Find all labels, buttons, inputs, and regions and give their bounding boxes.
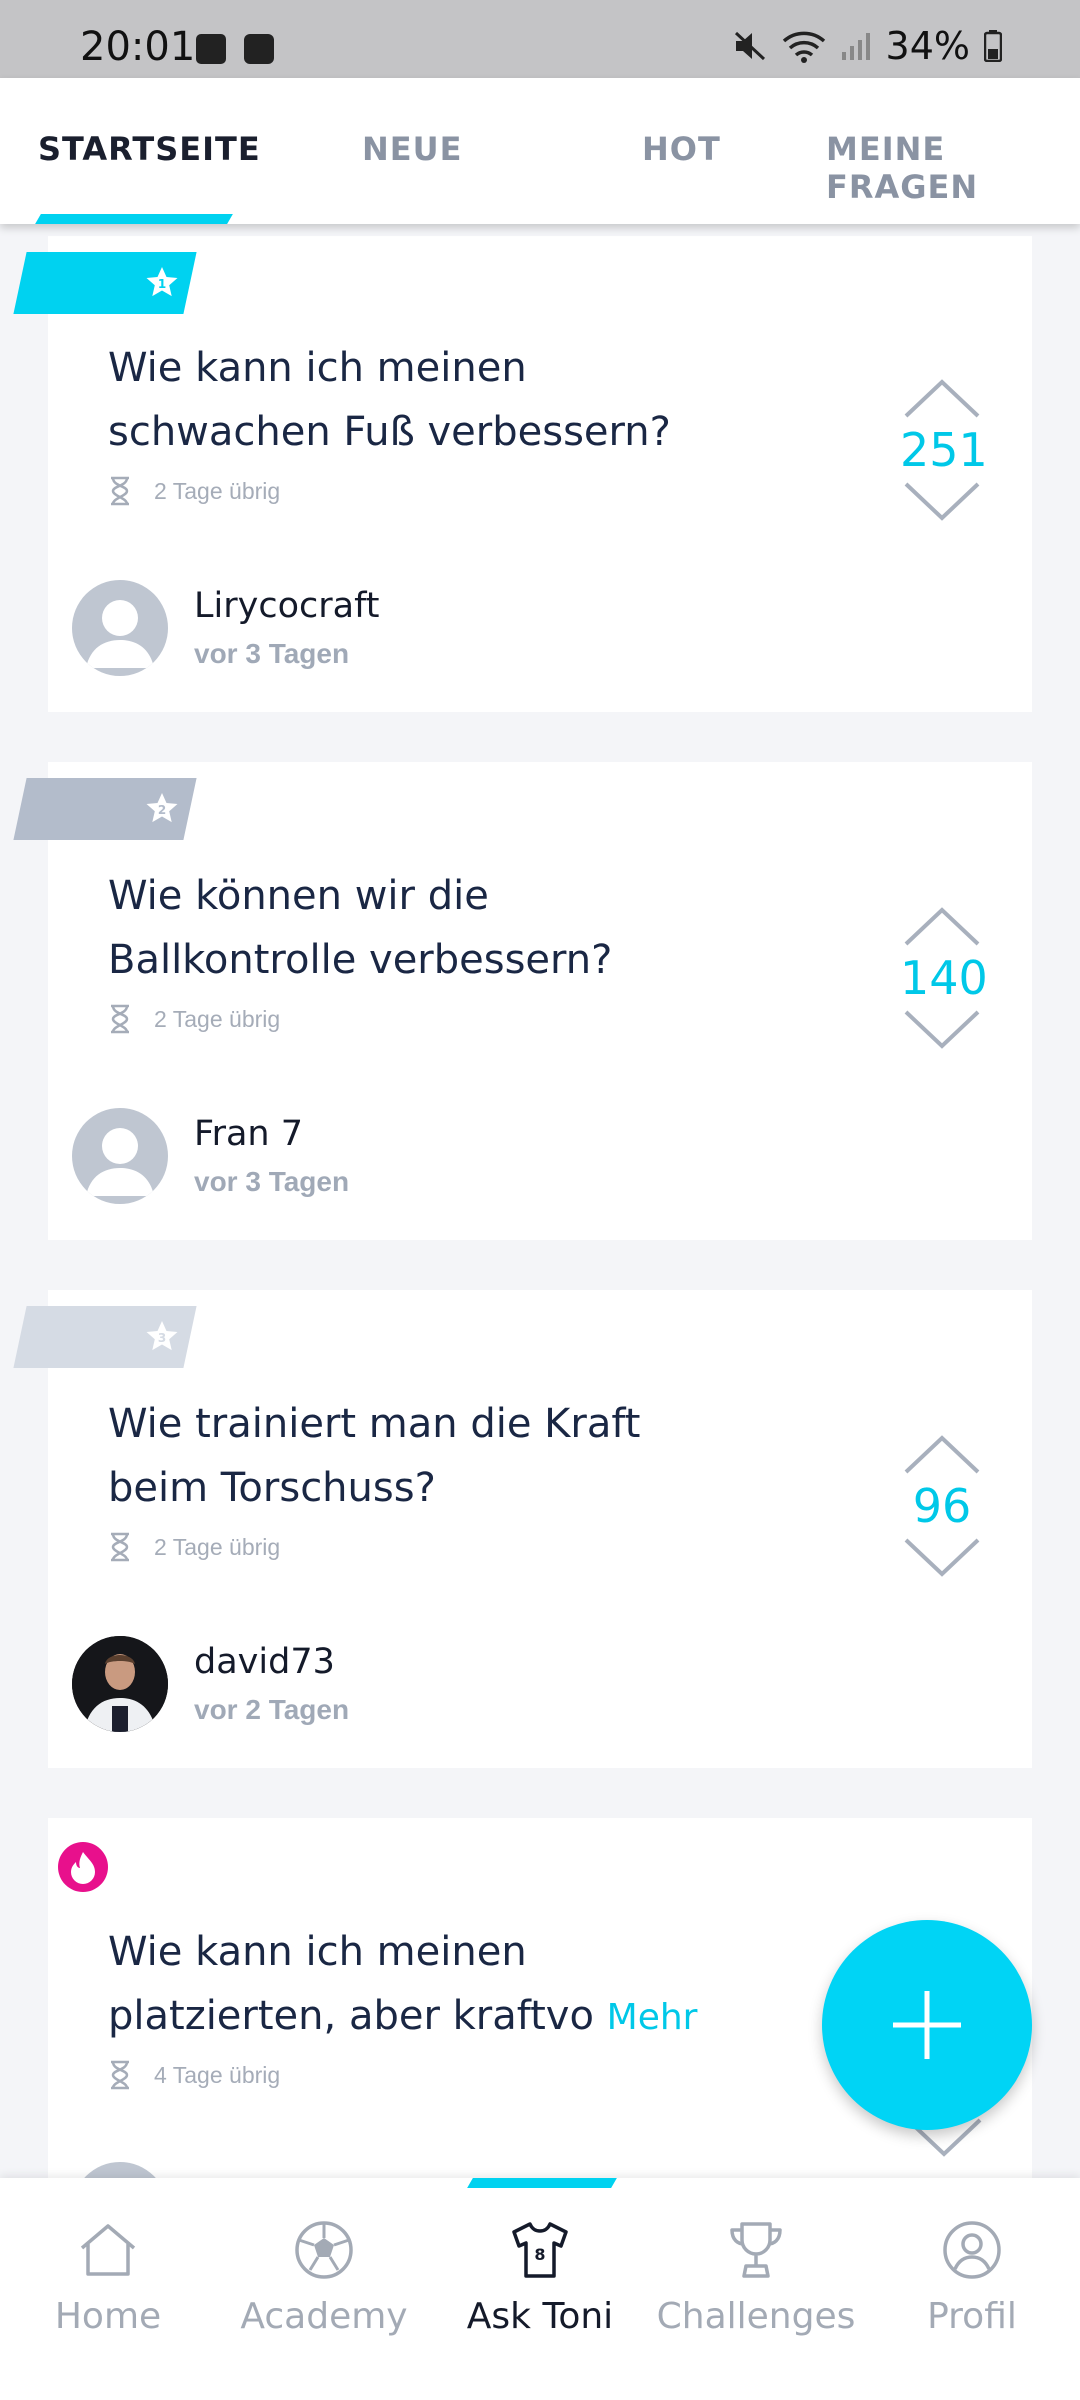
more-link[interactable]: Mehr [607,1997,698,2038]
nav-academy[interactable]: Academy [216,2218,432,2337]
jersey-icon: 8 [512,2222,568,2278]
avatar [72,580,168,676]
question-title-line: Wie kann ich meinen [108,345,527,391]
nav-label: Home [54,2296,162,2337]
question-title-line: platzierten, aber kraftvo [108,1993,594,2039]
vote-count: 140 [900,951,988,1005]
hourglass-icon [111,476,129,506]
status-time: 20:01 [80,24,196,70]
wifi-icon [782,31,825,63]
bottom-nav: Home Academy 8 Ask Toni Challenges Profi… [0,2178,1080,2400]
nav-label: Challenges [656,2296,856,2337]
rank-number: 3 [158,1331,166,1345]
nav-ask-toni[interactable]: 8 Ask Toni [432,2218,648,2337]
time-remaining: 4 Tage übrig [108,2060,280,2090]
nav-label: Ask Toni [466,2296,614,2337]
question-card[interactable]: 3 Wie trainiert man die Kraft beim Torsc… [13,1290,1032,1768]
nav-profil[interactable]: Profil [864,2218,1080,2337]
time-remaining-label: 4 Tage übrig [154,2061,281,2088]
svg-text:8: 8 [534,2245,545,2264]
question-title-line: Wie kann ich meinen [108,1929,527,1975]
question-title-line: Wie trainiert man die Kraft [108,1401,641,1447]
profile-icon [943,2221,1001,2279]
tab-hot[interactable]: HOT [642,130,721,168]
mute-icon [734,31,765,61]
active-nav-indicator [467,2178,617,2188]
vote-widget: 96 [900,1432,984,1580]
hourglass-icon [111,1532,129,1562]
status-bar: 20:01 34% [0,0,1080,78]
upvote-icon[interactable] [902,376,982,420]
question-title-line: beim Torschuss? [108,1465,436,1511]
question-title-line: Wie können wir die [108,873,489,919]
nav-challenges[interactable]: Challenges [648,2218,864,2337]
vote-widget: 140 [900,904,988,1052]
rank-star-icon: 1 [146,267,178,297]
author-row[interactable]: Fran 7 vor 3 Tagen [72,1108,349,1204]
rank-number: 1 [158,277,166,291]
hourglass-icon [111,2060,129,2090]
upvote-icon[interactable] [902,1432,982,1476]
author-name: Fran 7 [194,1114,303,1154]
post-time: vor 3 Tagen [194,638,350,669]
question-title[interactable]: Wie kann ich meinen schwachen Fuß verbes… [108,336,671,464]
trophy-icon [730,2222,782,2278]
signal-icon [841,33,870,60]
tab-meine-fragen[interactable]: MEINE FRAGEN [826,130,1080,206]
tab-neue[interactable]: NEUE [362,130,462,168]
author-row[interactable]: david73 vor 2 Tagen [72,1636,349,1732]
top-tab-bar: STARTSEITE NEUE HOT MEINE FRAGEN [0,78,1080,224]
hot-fire-icon [58,1842,108,1892]
post-time: vor 3 Tagen [194,1166,350,1197]
question-card[interactable]: 1 Wie kann ich meinen schwachen Fuß verb… [13,236,1032,712]
question-title[interactable]: Wie kann ich meinen platzierten, aber kr… [108,1920,697,2050]
tab-startseite[interactable]: STARTSEITE [38,130,261,168]
question-title[interactable]: Wie trainiert man die Kraft beim Torschu… [108,1392,640,1520]
avatar [72,1636,168,1732]
question-card[interactable]: 2 Wie können wir die Ballkontrolle verbe… [13,762,1032,1240]
add-question-button[interactable] [822,1920,1032,2130]
time-remaining: 2 Tage übrig [108,476,280,506]
rank-star-icon: 2 [146,793,178,823]
time-remaining: 2 Tage übrig [108,1532,280,1562]
question-title-line: schwachen Fuß verbessern? [108,409,671,455]
battery-percent: 34% [885,24,970,68]
active-tab-indicator [35,214,233,224]
time-remaining-label: 2 Tage übrig [154,1005,281,1032]
question-title[interactable]: Wie können wir die Ballkontrolle verbess… [108,864,612,992]
author-name: Lirycocraft [194,586,380,626]
time-remaining-label: 2 Tage übrig [154,1533,281,1560]
vote-count: 251 [900,423,988,477]
plus-icon [893,1991,961,2059]
time-remaining: 2 Tage übrig [108,1004,280,1034]
clock-app-icon [244,34,274,64]
author-row[interactable]: Lirycocraft vor 3 Tagen [72,580,380,676]
avatar [72,1108,168,1204]
gallery-icon [196,34,226,64]
nav-home[interactable]: Home [0,2218,216,2337]
upvote-icon[interactable] [902,904,982,948]
nav-label: Profil [927,2296,1017,2337]
nav-label: Academy [240,2296,408,2337]
hourglass-icon [111,1004,129,1034]
downvote-icon[interactable] [902,1536,982,1580]
question-title-line: Ballkontrolle verbessern? [108,937,613,983]
ball-icon [295,2221,353,2279]
rank-star-icon: 3 [146,1321,178,1351]
home-icon [80,2224,136,2276]
downvote-icon[interactable] [902,1008,982,1052]
rank-number: 2 [158,803,166,817]
post-time: vor 2 Tagen [194,1694,350,1725]
vote-count: 96 [912,1479,972,1533]
downvote-icon[interactable] [902,480,982,524]
author-name: david73 [194,1642,335,1682]
battery-icon [984,30,1002,62]
vote-widget: 251 [900,376,988,524]
time-remaining-label: 2 Tage übrig [154,477,281,504]
